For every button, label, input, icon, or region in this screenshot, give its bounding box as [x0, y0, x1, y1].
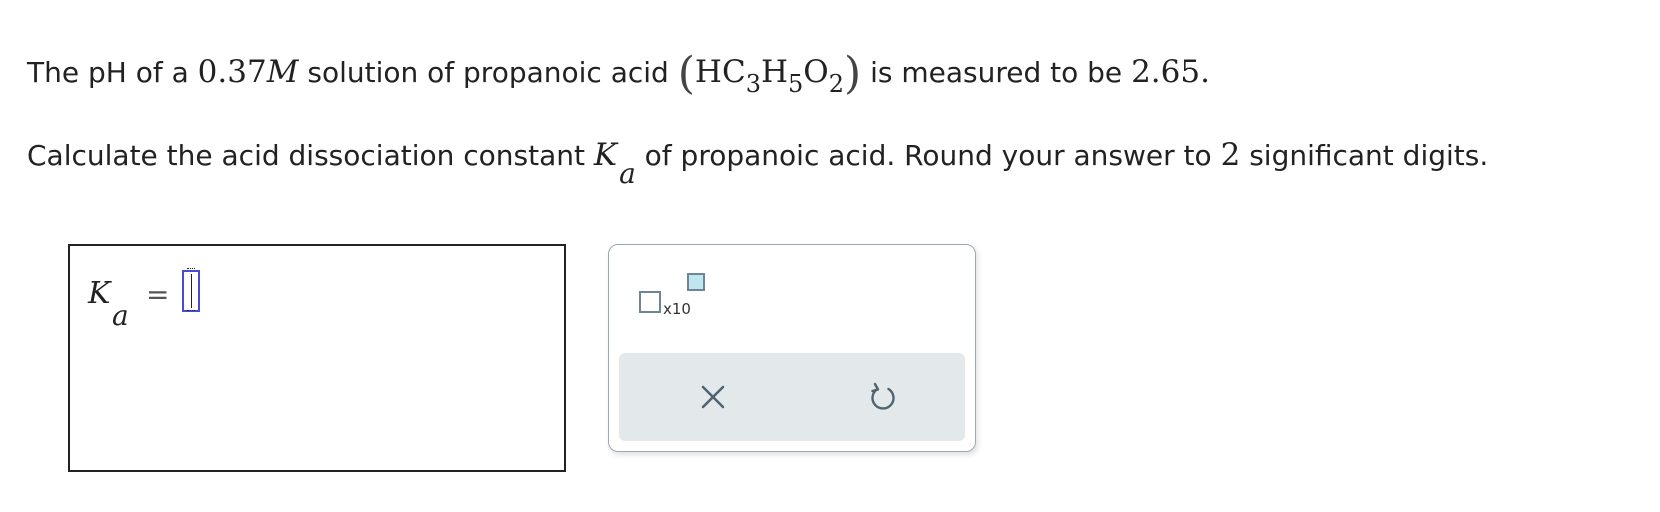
answer-input[interactable] — [182, 268, 200, 312]
ka-symbol: K — [593, 137, 618, 173]
exponent-box-icon — [687, 273, 705, 291]
instruction-prefix: Calculate the acid dissociation constant — [27, 139, 585, 172]
sig-digits-value: 2 — [1220, 137, 1241, 173]
math-tool-panel: x10 — [608, 244, 976, 452]
answer-label: K — [88, 276, 111, 311]
text-cursor — [191, 274, 192, 308]
concentration-value: 0.37 — [197, 54, 267, 90]
clear-button[interactable] — [693, 377, 733, 417]
question-middle: solution of propanoic acid — [307, 56, 669, 89]
ph-value: 2.65 — [1131, 54, 1201, 90]
question-suffix: is measured to be — [870, 56, 1123, 89]
close-icon — [701, 385, 725, 409]
answer-box: K a = — [68, 244, 566, 472]
answer-label-subscript: a — [112, 299, 129, 332]
question-text-line-2: Calculate the acid dissociation constant… — [27, 137, 1489, 188]
instruction-suffix: significant digits. — [1249, 139, 1489, 172]
question-prefix: The pH of a — [27, 56, 189, 89]
question-text-line-1: The pH of a 0.37M solution of propanoic … — [27, 48, 1210, 99]
undo-icon — [871, 382, 895, 410]
molarity-unit: M — [266, 54, 299, 90]
action-bar — [619, 353, 965, 441]
scientific-notation-button[interactable]: x10 — [639, 273, 707, 318]
x10-label: x10 — [663, 300, 691, 318]
chemical-formula: (HC3H5O2) — [677, 48, 862, 99]
ka-subscript: a — [619, 157, 636, 190]
instruction-middle: of propanoic acid. Round your answer to — [644, 139, 1212, 172]
equals-sign: = — [146, 278, 170, 311]
base-box-icon — [639, 291, 661, 313]
undo-button[interactable] — [863, 377, 903, 417]
